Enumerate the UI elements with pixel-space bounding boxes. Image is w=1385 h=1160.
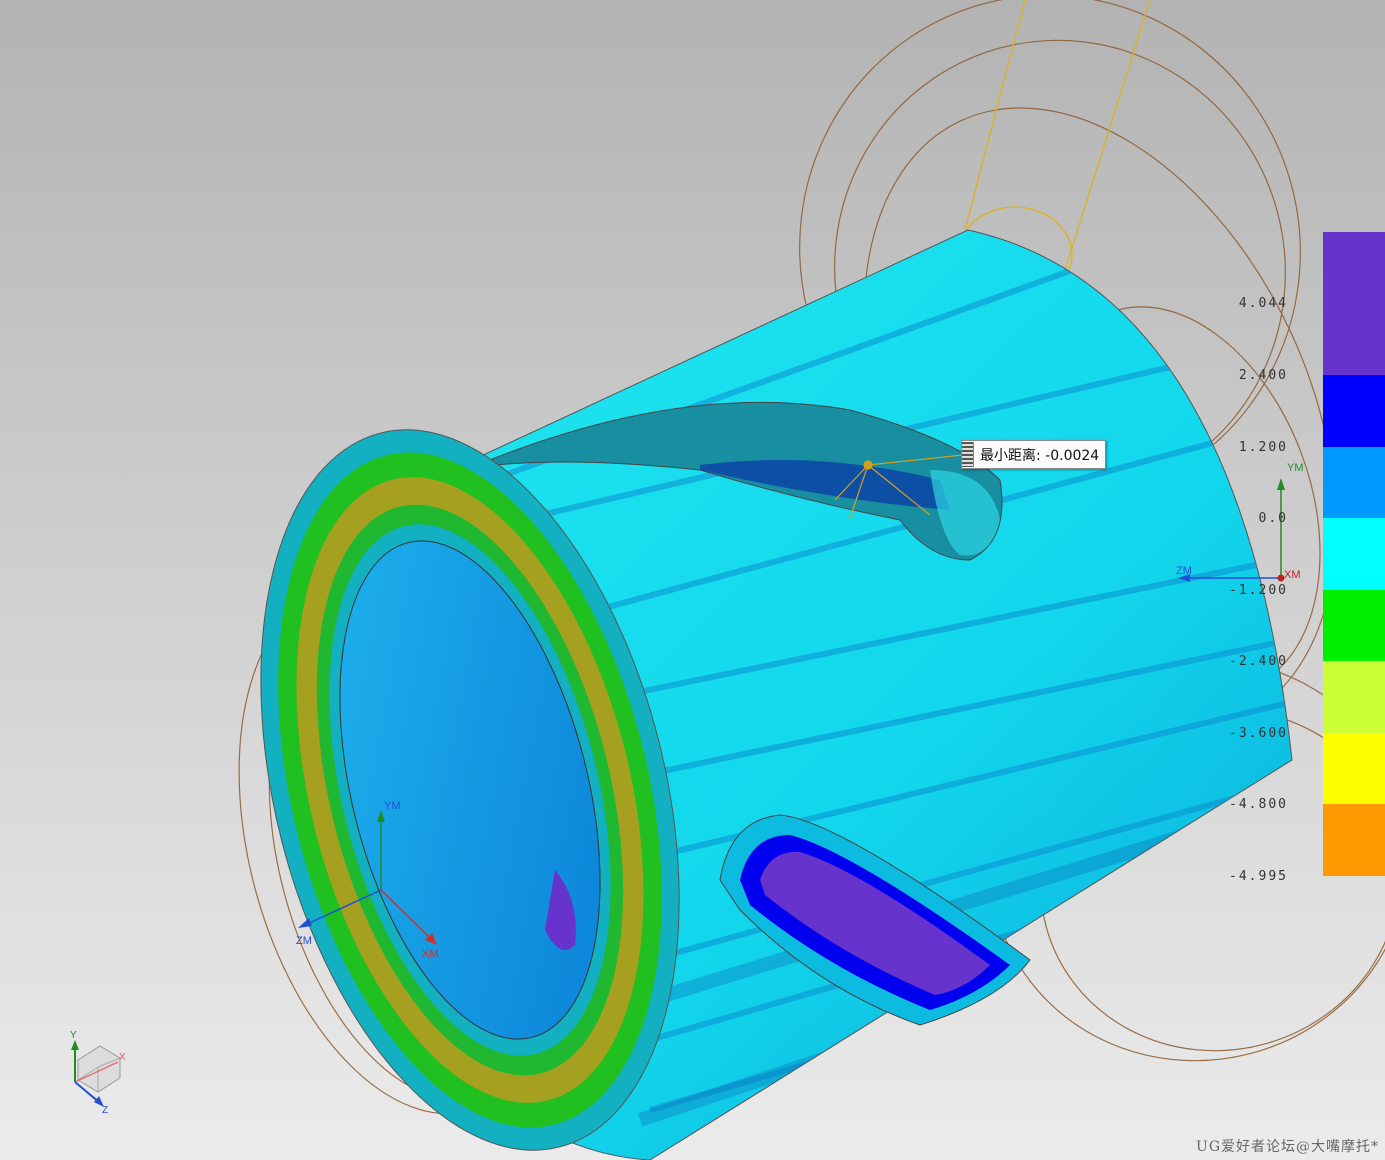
tooltip-drag-handle[interactable] bbox=[962, 442, 974, 467]
triad-right-y-label: YM bbox=[1287, 462, 1304, 474]
legend-swatch-1 bbox=[1323, 375, 1385, 447]
view-triad[interactable] bbox=[71, 1040, 121, 1107]
legend-label: 2.400 bbox=[1238, 368, 1288, 383]
min-distance-label: 最小距离: -0.0024 bbox=[980, 447, 1100, 464]
model-canvas[interactable] bbox=[0, 0, 1385, 1160]
view-triad-y-label: Y bbox=[70, 1030, 77, 1041]
view-triad-x-label: X bbox=[119, 1052, 126, 1063]
legend-label: 4.044 bbox=[1238, 296, 1288, 311]
legend-swatch-6 bbox=[1323, 733, 1385, 804]
legend-label: -2.400 bbox=[1229, 654, 1288, 669]
watermark: UG爱好者论坛@大嘴摩托* bbox=[1196, 1139, 1379, 1155]
legend-swatch-3 bbox=[1323, 518, 1385, 590]
graphics-viewport[interactable]: YM ZM XM YM ZM XM Y X Z 最小距离: -0.0024 4.… bbox=[0, 0, 1385, 1160]
legend-swatch-4 bbox=[1323, 590, 1385, 661]
min-distance-tooltip[interactable]: 最小距离: -0.0024 bbox=[961, 440, 1107, 469]
legend-label: -4.800 bbox=[1229, 797, 1288, 812]
legend-swatch-0 bbox=[1323, 232, 1385, 375]
triad-front-x-label: XM bbox=[422, 948, 439, 960]
legend-swatch-2 bbox=[1323, 447, 1385, 518]
triad-right-z-label: ZM bbox=[1176, 565, 1192, 577]
legend-label: -3.600 bbox=[1229, 726, 1288, 741]
triad-front-z-label: ZM bbox=[296, 935, 312, 947]
legend-swatch-7 bbox=[1323, 804, 1385, 876]
legend-label: 1.200 bbox=[1238, 440, 1288, 455]
legend-label: -4.995 bbox=[1229, 869, 1288, 884]
legend-swatch-5 bbox=[1323, 661, 1385, 733]
view-triad-z-label: Z bbox=[102, 1105, 109, 1116]
legend-label: 0.0 bbox=[1258, 511, 1288, 526]
legend-label: -1.200 bbox=[1229, 583, 1288, 598]
triad-front-y-label: YM bbox=[384, 800, 401, 812]
triad-right-x-label: XM bbox=[1284, 569, 1301, 581]
